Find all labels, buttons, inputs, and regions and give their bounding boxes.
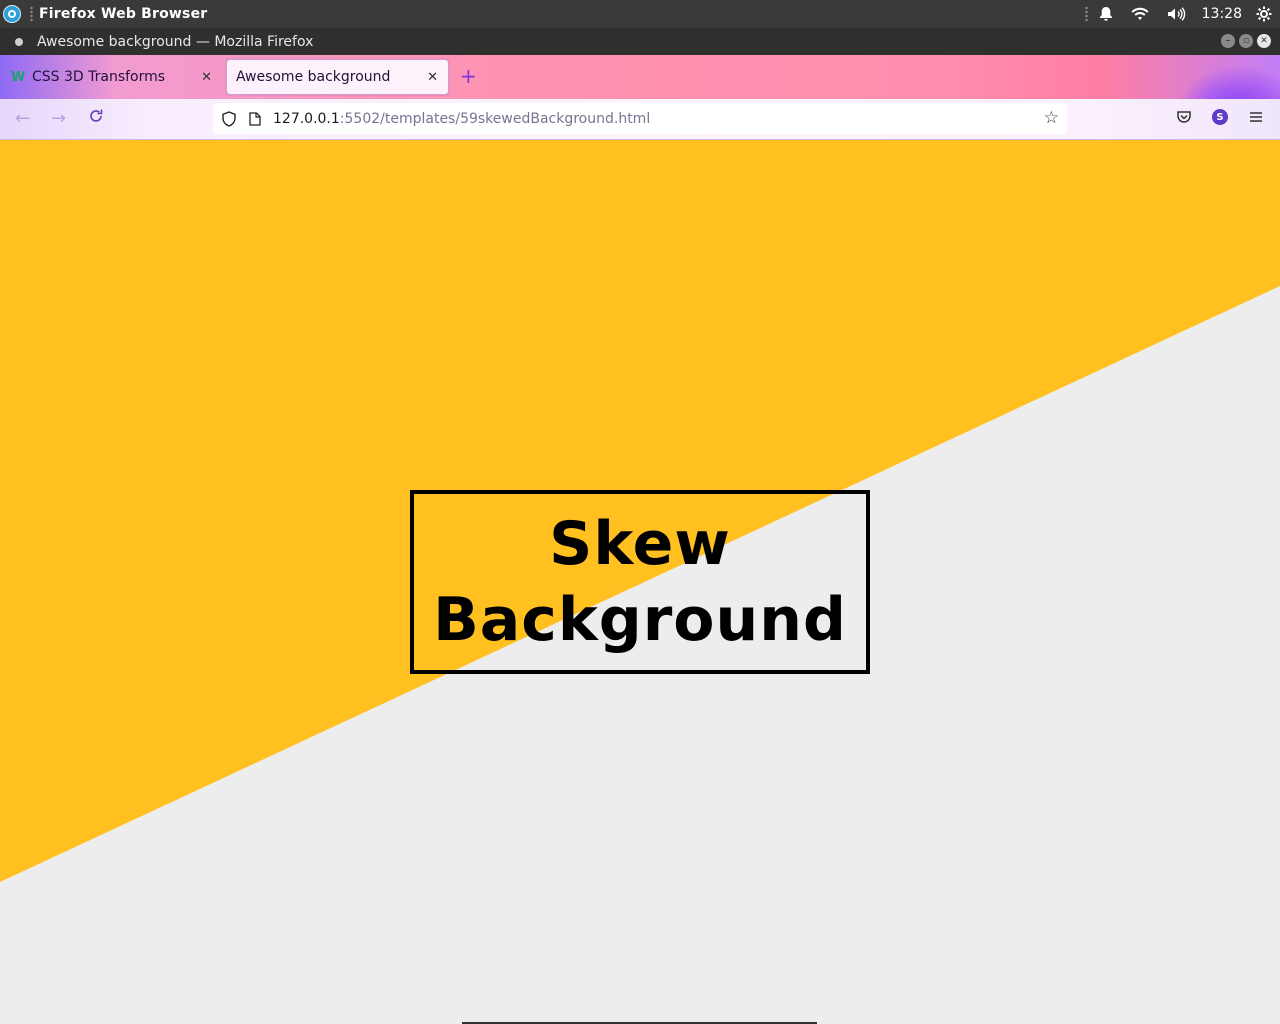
close-tab-icon[interactable]: ✕ bbox=[201, 70, 212, 85]
heading-box: Skew Background bbox=[410, 490, 870, 674]
window-menu-icon[interactable] bbox=[15, 37, 23, 46]
url-text[interactable]: 127.0.0.1:5502/templates/59skewedBackgro… bbox=[273, 111, 650, 127]
url-host: 127.0.0.1 bbox=[273, 110, 340, 127]
tab-label: Awesome background bbox=[236, 69, 391, 85]
reload-icon[interactable] bbox=[88, 108, 104, 129]
drag-handle-icon bbox=[30, 6, 33, 22]
url-path: :5502/templates/59skewedBackground.html bbox=[339, 110, 651, 127]
pocket-icon[interactable] bbox=[1176, 109, 1192, 129]
tab-css-3d-transforms[interactable]: W CSS 3D Transforms ✕ bbox=[6, 59, 222, 95]
heading-line-2: Background bbox=[433, 585, 847, 655]
page-info-icon[interactable] bbox=[249, 111, 261, 126]
tab-awesome-background[interactable]: Awesome background ✕ bbox=[226, 59, 449, 95]
minimize-icon[interactable]: – bbox=[1221, 34, 1235, 48]
bookmark-star-icon[interactable]: ☆ bbox=[1044, 108, 1059, 128]
active-app-name[interactable]: Firefox Web Browser bbox=[39, 6, 207, 22]
window-title: Awesome background — Mozilla Firefox bbox=[37, 33, 314, 50]
maximize-icon[interactable]: ▫ bbox=[1239, 34, 1253, 48]
page-content: Skew Background bbox=[0, 140, 1280, 1024]
settings-gear-icon[interactable] bbox=[1256, 6, 1272, 22]
account-initial: S bbox=[1212, 109, 1228, 125]
forward-arrow-icon[interactable]: → bbox=[51, 108, 66, 129]
notification-bell-icon[interactable] bbox=[1098, 6, 1114, 22]
heading-line-1: Skew bbox=[549, 509, 731, 579]
tab-favicon-icon: W bbox=[11, 69, 26, 85]
os-top-bar: Firefox Web Browser 13:28 bbox=[0, 0, 1280, 28]
back-arrow-icon[interactable]: ← bbox=[15, 108, 30, 129]
hamburger-menu-icon[interactable] bbox=[1248, 109, 1264, 129]
new-tab-plus-icon[interactable]: + bbox=[460, 64, 477, 88]
tracking-protection-shield-icon[interactable] bbox=[221, 110, 237, 127]
account-avatar[interactable]: S bbox=[1212, 109, 1228, 125]
close-tab-icon[interactable]: ✕ bbox=[427, 70, 438, 85]
tab-label: CSS 3D Transforms bbox=[32, 69, 166, 85]
address-bar[interactable]: 127.0.0.1:5502/templates/59skewedBackgro… bbox=[213, 103, 1067, 134]
drag-handle-icon bbox=[1084, 6, 1088, 22]
app-menu-icon[interactable] bbox=[3, 5, 21, 23]
volume-icon[interactable] bbox=[1166, 6, 1186, 22]
close-window-icon[interactable]: ✕ bbox=[1257, 34, 1271, 48]
wifi-icon[interactable] bbox=[1130, 6, 1150, 22]
clock-time[interactable]: 13:28 bbox=[1202, 6, 1242, 22]
window-title-bar[interactable]: Awesome background — Mozilla Firefox – ▫… bbox=[0, 28, 1280, 55]
tab-strip: W CSS 3D Transforms ✕ Awesome background… bbox=[0, 55, 1280, 99]
navigation-toolbar: ← → 127.0.0.1:5502/templates/59skewedBac… bbox=[0, 99, 1280, 140]
